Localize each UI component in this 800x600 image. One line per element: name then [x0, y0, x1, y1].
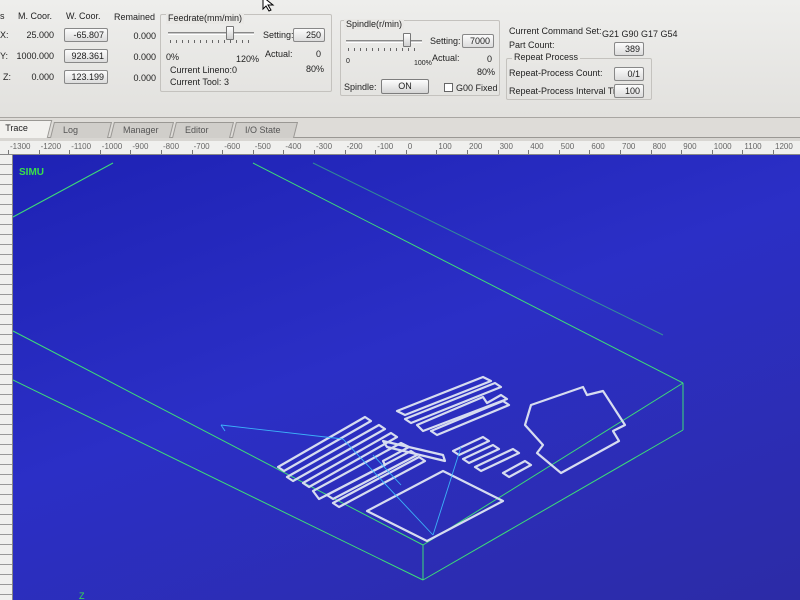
- axis-z-label: Z:: [3, 72, 11, 82]
- ruler-label: -1100: [71, 142, 92, 151]
- part-count-label: Part Count:: [509, 40, 555, 50]
- remained-z-value: 0.000: [133, 73, 156, 83]
- work-x-field[interactable]: -65.807: [64, 28, 108, 42]
- work-z-field[interactable]: 123.199: [64, 70, 108, 84]
- current-lineno-value: 0: [232, 65, 238, 75]
- toolpath-parts: [276, 375, 627, 543]
- ruler-label: 600: [591, 142, 605, 151]
- axis-y-label: Y:: [0, 51, 9, 61]
- tab-manager-label: Manager: [123, 125, 159, 135]
- trace-viewport[interactable]: SIMU Z: [13, 155, 800, 600]
- ruler-label: -500: [254, 142, 271, 151]
- ruler-label: 900: [683, 142, 697, 151]
- horizontal-ruler: -1300 -1200 -1100 -1000 -900 -800 -700 -600 -500…: [0, 141, 800, 155]
- ruler-label: -1200: [40, 142, 62, 151]
- work-coord-header: W. Coor.: [66, 11, 101, 21]
- repeat-interval-label: Repeat-Process Interval Time:: [509, 86, 631, 96]
- spindle-on-button[interactable]: ON: [381, 79, 429, 94]
- tab-log[interactable]: Log: [50, 122, 112, 138]
- feedrate-percent: 80%: [306, 64, 325, 74]
- ruler-label: 800: [652, 142, 666, 151]
- machine-y-value: 1000.000: [16, 51, 54, 61]
- mouse-cursor-icon: [262, 0, 275, 12]
- tab-io-state[interactable]: I/O State: [232, 122, 298, 138]
- axis-x-label: X:: [0, 30, 9, 40]
- spindle-min-label: 0: [346, 58, 350, 65]
- spindle-actual-value: 0: [487, 54, 493, 64]
- axis-header: s: [0, 11, 5, 21]
- spindle-setting-field[interactable]: 7000: [462, 34, 494, 48]
- feedrate-title: Feedrate(mm/min): [166, 13, 245, 24]
- ruler-label: 400: [530, 142, 544, 151]
- repeat-count-label: Repeat-Process Count:: [509, 68, 603, 78]
- feedrate-slider-thumb[interactable]: [225, 26, 234, 40]
- ruler-label: -200: [346, 142, 363, 151]
- repeat-count-field[interactable]: 0/1: [614, 67, 644, 81]
- remained-y-value: 0.000: [133, 52, 156, 62]
- ruler-label: -1000: [101, 142, 123, 151]
- current-tool-label: Current Tool:: [170, 77, 222, 87]
- feedrate-actual-label: Actual:: [265, 49, 293, 59]
- ruler-label: -900: [132, 142, 149, 151]
- ruler-label: -800: [163, 142, 180, 151]
- feedrate-ticks: [170, 40, 252, 43]
- vertical-ruler: [0, 155, 13, 600]
- repeat-interval-field[interactable]: 100: [614, 84, 644, 98]
- ruler-label: 1000: [713, 142, 732, 151]
- ruler-label: 700: [622, 142, 636, 151]
- feedrate-min-label: 0%: [166, 52, 180, 62]
- trace-canvas: [13, 162, 684, 581]
- spindle-toggle-label: Spindle:: [344, 82, 377, 92]
- spindle-percent: 80%: [477, 67, 496, 77]
- feedrate-actual-value: 0: [316, 49, 322, 59]
- spindle-actual-label: Actual:: [432, 53, 460, 63]
- ruler-label: 1100: [744, 142, 762, 151]
- ruler-label: -100: [377, 142, 394, 151]
- ruler-label: -300: [316, 142, 333, 151]
- part-count-field[interactable]: 389: [614, 42, 644, 56]
- feedrate-max-label: 120%: [236, 54, 260, 64]
- tab-log-label: Log: [63, 125, 79, 135]
- spindle-ticks: [348, 48, 420, 51]
- feedrate-setting-label: Setting:: [263, 30, 294, 40]
- current-tool-value: 3: [224, 77, 230, 87]
- spindle-title: Spindle(r/min): [344, 19, 405, 30]
- ruler-label: -1300: [10, 142, 31, 151]
- command-set-value: G21 G90 G17 G54: [602, 29, 678, 39]
- ruler-label: 200: [469, 142, 483, 151]
- ruler-label: 0: [407, 142, 413, 151]
- g00-fixed-label: G00 Fixed: [456, 83, 498, 93]
- tab-trace[interactable]: Trace: [0, 120, 53, 138]
- machine-x-value: 25.000: [26, 30, 54, 40]
- work-y-field[interactable]: 928.361: [64, 49, 108, 63]
- machine-coord-header: M. Coor.: [18, 11, 53, 21]
- feedrate-setting-field[interactable]: 250: [293, 28, 325, 42]
- ruler-label: -700: [193, 142, 210, 151]
- ruler-label: 300: [499, 142, 513, 151]
- tab-manager[interactable]: Manager: [110, 122, 174, 138]
- spindle-max-label: 100%: [414, 60, 432, 67]
- repeat-process-title: Repeat Process: [512, 52, 581, 63]
- current-lineno-label: Current Lineno:: [170, 65, 233, 75]
- tab-bar: Trace Log Manager Editor I/O State: [0, 118, 800, 138]
- tab-trace-label: Trace: [5, 123, 28, 133]
- remained-x-value: 0.000: [133, 31, 156, 41]
- tab-editor-label: Editor: [185, 125, 209, 135]
- control-panel: s M. Coor. W. Coor. Remained X: 25.000 -…: [0, 0, 800, 118]
- g00-fixed-checkbox[interactable]: [444, 83, 453, 92]
- tab-editor[interactable]: Editor: [172, 122, 234, 138]
- spindle-setting-label: Setting:: [430, 36, 461, 46]
- tab-io-state-label: I/O State: [245, 125, 281, 135]
- remained-header: Remained: [114, 12, 156, 22]
- ruler-label: 100: [438, 142, 452, 151]
- feedrate-slider-track[interactable]: [168, 32, 254, 35]
- ruler-label: 1200: [775, 142, 793, 151]
- spindle-slider-thumb[interactable]: [402, 33, 411, 47]
- ruler-label: -400: [285, 142, 302, 151]
- machine-z-value: 0.000: [31, 72, 54, 82]
- workpiece-box: [13, 162, 684, 581]
- ruler-label: -600: [224, 142, 241, 151]
- ruler-label: 500: [560, 142, 575, 151]
- command-set-label: Current Command Set:: [509, 26, 602, 36]
